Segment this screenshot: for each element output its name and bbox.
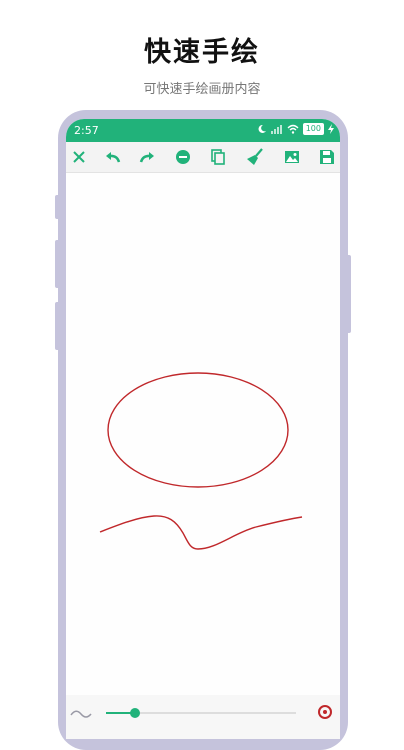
- drawing-toolbar: [66, 142, 340, 173]
- close-icon[interactable]: [69, 147, 89, 167]
- slider-thumb[interactable]: [130, 708, 140, 718]
- phone-side-button-right: [346, 255, 351, 333]
- promo-subline: 可快速手绘画册内容: [143, 82, 261, 97]
- copy-icon[interactable]: [208, 147, 228, 167]
- image-icon[interactable]: [282, 147, 302, 167]
- signal-icon: [270, 125, 282, 134]
- moon-icon: [258, 124, 266, 133]
- brush-size-slider[interactable]: [106, 705, 296, 721]
- brush-style-icon[interactable]: [70, 707, 92, 721]
- wifi-icon: [287, 124, 299, 134]
- redo-icon[interactable]: [137, 147, 157, 167]
- eraser-icon[interactable]: [173, 147, 193, 167]
- drawn-wave-stroke: [99, 515, 303, 550]
- brush-options-bar: [66, 695, 340, 739]
- battery-icon: 100: [302, 123, 324, 135]
- save-icon[interactable]: [317, 147, 337, 167]
- status-icons: 100: [257, 123, 334, 135]
- phone-side-button-left-2: [55, 240, 60, 288]
- color-picker-icon[interactable]: [316, 703, 334, 721]
- status-bar: 2:57 100: [66, 119, 340, 142]
- phone-screen: 2:57 100: [66, 119, 340, 739]
- phone-side-button-left-1: [55, 195, 60, 219]
- charging-icon: [328, 124, 334, 134]
- promo-headline: 快速手绘: [144, 37, 260, 68]
- clear-brush-icon[interactable]: [245, 147, 265, 167]
- status-time: 2:57: [74, 124, 99, 137]
- drawn-ellipse: [107, 372, 289, 488]
- drawing-canvas[interactable]: [66, 173, 340, 699]
- undo-icon[interactable]: [103, 147, 123, 167]
- phone-side-button-left-3: [55, 302, 60, 350]
